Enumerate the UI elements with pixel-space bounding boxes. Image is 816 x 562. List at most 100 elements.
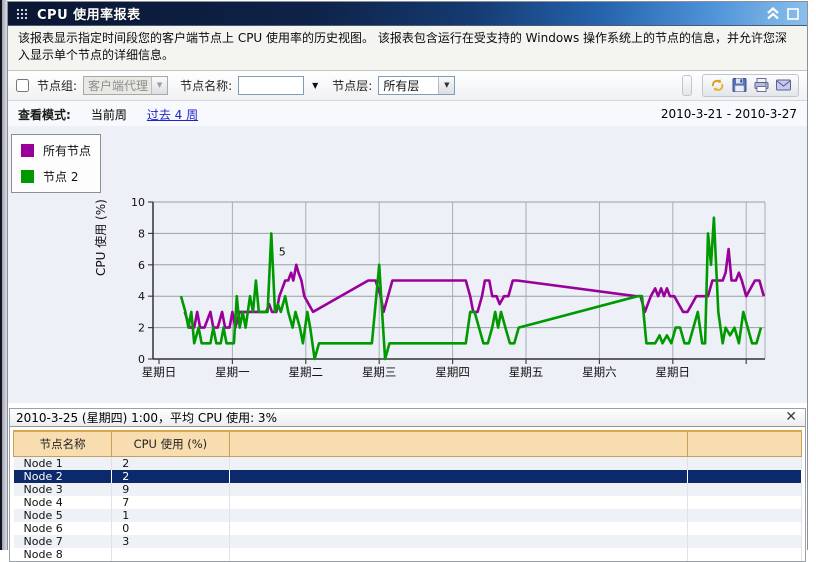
y-tick-label: 4 bbox=[138, 290, 145, 303]
x-tick-label: 星期六 bbox=[582, 365, 617, 379]
table-row[interactable]: Node 39 bbox=[13, 483, 803, 497]
legend-item: 节点 2 bbox=[21, 168, 91, 185]
cpu-value-cell: 2 bbox=[111, 456, 230, 471]
y-tick-label: 6 bbox=[138, 259, 145, 272]
cpu-value-cell: 2 bbox=[111, 470, 230, 484]
legend-label: 所有节点 bbox=[43, 143, 92, 158]
table-row[interactable]: Node 22 bbox=[13, 470, 803, 484]
report-description: 该报表显示指定时间段您的客户端节点上 CPU 使用率的历史视图。 该报表包含运行… bbox=[8, 26, 807, 71]
detail-panel: 2010-3-25 (星期四) 1:00，平均 CPU 使用: 3% ✕ 节点名… bbox=[9, 407, 806, 562]
refresh-icon[interactable] bbox=[709, 77, 726, 93]
node-name-cell: Node 3 bbox=[13, 483, 113, 497]
view-mode-label: 查看模式: bbox=[18, 107, 71, 122]
chevron-down-icon: ▼ bbox=[438, 76, 455, 94]
empty-cell bbox=[687, 456, 803, 471]
table-row[interactable]: Node 8 bbox=[13, 548, 803, 562]
node-layer-label: 节点层: bbox=[332, 78, 373, 93]
x-tick-label: 星期一 bbox=[215, 365, 250, 379]
table-row[interactable]: Node 12 bbox=[13, 456, 803, 471]
email-icon[interactable] bbox=[775, 77, 792, 93]
past-4-weeks-link[interactable]: 过去 4 周 bbox=[147, 106, 198, 123]
cpu-usage-chart[interactable]: 0246810星期日 星期一 星期二 星期三 星期四 星期五 星期六 星期日5 bbox=[8, 126, 807, 403]
empty-cell bbox=[229, 483, 688, 497]
empty-cell bbox=[687, 496, 803, 510]
node-name-label: 节点名称: bbox=[180, 78, 233, 93]
empty-cell bbox=[687, 522, 803, 536]
series-line[interactable] bbox=[179, 216, 763, 361]
table-row[interactable]: Node 60 bbox=[13, 522, 803, 536]
node-group-select: 客户端代理 ▼ bbox=[83, 75, 169, 95]
node-name-cell: Node 7 bbox=[13, 535, 113, 549]
window-left-border bbox=[0, 0, 7, 550]
empty-cell bbox=[687, 509, 803, 523]
cpu-value-cell: 3 bbox=[111, 535, 230, 549]
column-header[interactable]: 节点名称 bbox=[12, 429, 113, 458]
node-name-cell: Node 2 bbox=[13, 470, 113, 484]
cpu-value-cell: 1 bbox=[111, 509, 230, 523]
legend-item: 所有节点 bbox=[21, 142, 91, 159]
node-layer-select[interactable]: 所有层 ▼ bbox=[378, 75, 456, 95]
table-row[interactable]: Node 73 bbox=[13, 535, 803, 549]
empty-cell bbox=[229, 548, 688, 562]
node-group-label: 节点组: bbox=[37, 78, 78, 93]
close-icon[interactable]: ✕ bbox=[783, 410, 799, 424]
chart-legend: 所有节点节点 2 bbox=[11, 133, 102, 193]
node-name-dropdown-icon[interactable]: ▼ bbox=[310, 79, 320, 92]
y-tick-label: 2 bbox=[138, 321, 145, 334]
node-group-checkbox[interactable] bbox=[16, 78, 29, 92]
empty-cell bbox=[229, 496, 688, 510]
legend-label: 节点 2 bbox=[43, 169, 79, 184]
filter-toolbar: 节点组: 客户端代理 ▼ 节点名称: ▼ 节点层: 所有层 ▼ bbox=[8, 70, 807, 101]
print-icon[interactable] bbox=[753, 77, 770, 93]
x-tick-label: 星期二 bbox=[289, 365, 324, 379]
empty-cell bbox=[229, 456, 688, 471]
column-header[interactable] bbox=[228, 429, 688, 458]
chart-area: 0 2 4 6 8 10 星期日 星期一 星期二 星期三 星期四 星期五 星期六 星期日 5 所有节点 节点 … bbox=[8, 125, 807, 403]
y-tick-label: 10 bbox=[131, 196, 145, 209]
date-range: 2010-3-21 - 2010-3-27 bbox=[660, 107, 797, 122]
empty-cell bbox=[687, 483, 803, 497]
panel-grip-icon bbox=[16, 8, 29, 19]
column-header[interactable] bbox=[686, 429, 803, 458]
empty-cell bbox=[229, 470, 688, 484]
table-row[interactable]: Node 47 bbox=[13, 496, 803, 510]
y-axis-title: CPU 使用 (%) bbox=[94, 198, 108, 276]
report-panel: CPU 使用率报表 该报表显示指定时间段您的客户端节点上 CPU 使用率的历史视… bbox=[7, 1, 808, 562]
maximize-button[interactable] bbox=[787, 7, 799, 20]
detail-panel-title: 2010-3-25 (星期四) 1:00，平均 CPU 使用: 3% bbox=[16, 410, 277, 425]
data-point-label: 5 bbox=[279, 245, 286, 258]
square-icon bbox=[787, 7, 799, 20]
table-header-row: 节点名称 CPU 使用 (%) bbox=[12, 429, 803, 458]
node-name-cell: Node 6 bbox=[13, 522, 113, 536]
node-name-cell: Node 5 bbox=[13, 509, 113, 523]
x-tick-label: 星期日 bbox=[142, 365, 177, 379]
save-icon[interactable] bbox=[731, 77, 748, 93]
title-bar: CPU 使用率报表 bbox=[8, 2, 807, 26]
empty-cell bbox=[687, 548, 803, 562]
toolbar-handle bbox=[682, 74, 692, 96]
legend-swatch-icon bbox=[21, 143, 34, 157]
empty-cell bbox=[687, 470, 803, 484]
legend-swatch-icon bbox=[21, 169, 34, 183]
node-name-cell: Node 8 bbox=[13, 548, 113, 562]
node-name-cell: Node 4 bbox=[13, 496, 113, 510]
detail-panel-header: 2010-3-25 (星期四) 1:00，平均 CPU 使用: 3% ✕ bbox=[10, 408, 805, 427]
node-table: 节点名称 CPU 使用 (%) Node 1 2 Node 2 2 Node 3 9 Node… bbox=[12, 429, 803, 562]
x-tick-label: 星期三 bbox=[362, 365, 397, 379]
empty-cell bbox=[229, 522, 688, 536]
chevron-down-icon: ▼ bbox=[151, 76, 168, 94]
collapse-button[interactable] bbox=[766, 7, 780, 20]
node-name-input[interactable] bbox=[238, 75, 305, 95]
empty-cell bbox=[229, 509, 688, 523]
cpu-value-cell: 0 bbox=[111, 522, 230, 536]
empty-cell bbox=[229, 535, 688, 549]
cpu-value-cell bbox=[111, 548, 230, 562]
view-mode-row: 查看模式: 当前周 过去 4 周 2010-3-21 - 2010-3-27 bbox=[8, 100, 807, 126]
table-row[interactable]: Node 51 bbox=[13, 509, 803, 523]
column-header[interactable]: CPU 使用 (%) bbox=[111, 429, 230, 458]
node-name-cell: Node 1 bbox=[13, 456, 113, 471]
view-mode-current-week: 当前周 bbox=[90, 107, 127, 122]
empty-cell bbox=[687, 535, 803, 549]
x-tick-label: 星期四 bbox=[435, 365, 470, 379]
chevron-double-up-icon bbox=[767, 7, 779, 20]
